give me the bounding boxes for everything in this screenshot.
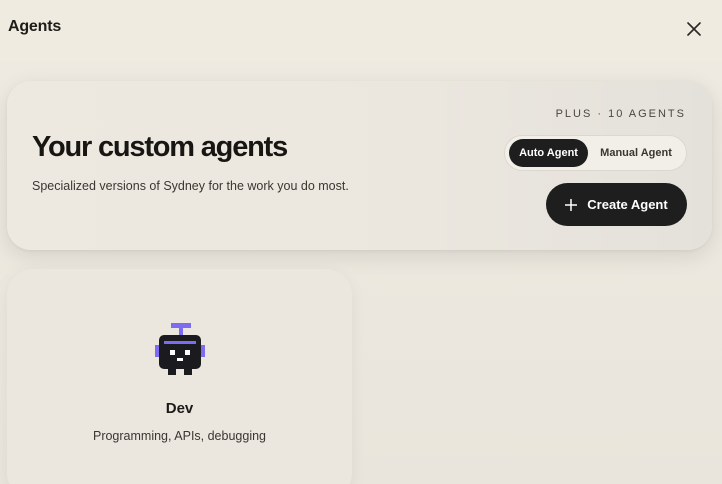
robot-icon: [155, 323, 205, 375]
create-agent-label: Create Agent: [587, 197, 668, 212]
plan-badge: PLUS · 10 AGENTS: [555, 108, 686, 120]
hero-title: Your custom agents: [32, 131, 288, 163]
agents-window: Agents Your custom agents Specialized ve…: [0, 0, 722, 484]
agent-name: Dev: [165, 400, 194, 417]
plus-icon: [565, 198, 578, 211]
close-icon: [687, 22, 701, 36]
create-agent-button[interactable]: Create Agent: [546, 183, 687, 226]
toggle-auto-agent[interactable]: Auto Agent: [509, 139, 589, 167]
custom-agents-panel: Your custom agents Specialized versions …: [7, 81, 712, 250]
toggle-manual-agent[interactable]: Manual Agent: [590, 139, 682, 167]
agent-card-dev[interactable]: Dev Programming, APIs, debugging: [7, 269, 352, 484]
hero-subtitle: Specialized versions of Sydney for the w…: [32, 179, 349, 193]
close-button[interactable]: [683, 18, 705, 40]
window-title: Agents: [8, 18, 62, 35]
title-bar: Agents: [0, 0, 722, 62]
agent-mode-toggle: Auto Agent Manual Agent: [504, 135, 687, 171]
agent-description: Programming, APIs, debugging: [92, 429, 267, 443]
